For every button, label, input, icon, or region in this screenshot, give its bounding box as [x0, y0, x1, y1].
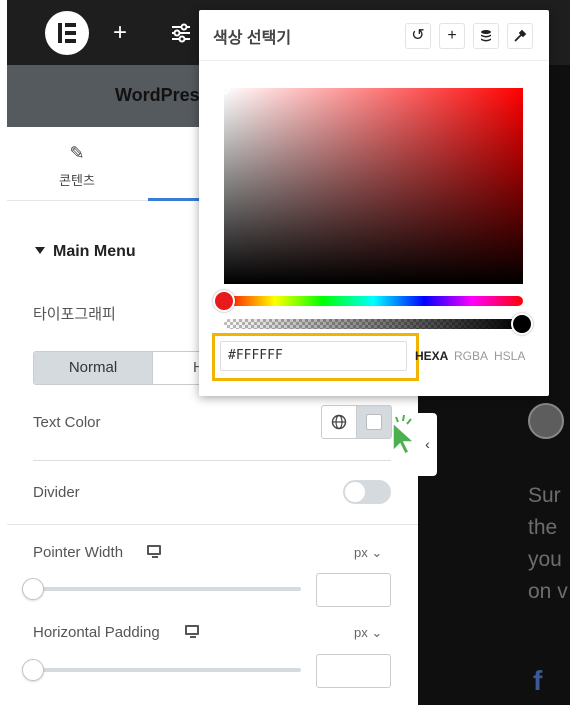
pointer-width-label: Pointer Width — [33, 544, 124, 561]
section-title: Main Menu — [53, 243, 136, 260]
globe-icon[interactable] — [321, 405, 357, 439]
section-separator — [7, 524, 418, 525]
sliders-icon[interactable] — [168, 20, 194, 46]
color-picker-popup: 색상 선택기 ↺ + #FFFFFF HEXA RGBA HSLA — [199, 10, 549, 396]
divider-toggle[interactable] — [343, 480, 391, 504]
pointer-width-unit[interactable]: px ⌄ — [354, 545, 382, 561]
preview-text: Sur the you on v — [528, 484, 568, 603]
horizontal-padding-slider[interactable] — [33, 668, 301, 672]
chevron-left-icon: ‹ — [425, 436, 430, 452]
collapse-panel-button[interactable]: ‹ — [418, 413, 437, 476]
mouse-cursor-icon — [392, 414, 416, 455]
typography-label[interactable]: 타이포그래피 — [33, 303, 116, 324]
text-color-label: Text Color — [33, 414, 101, 431]
horizontal-padding-input[interactable] — [316, 654, 391, 688]
saturation-area[interactable] — [224, 88, 523, 284]
avatar — [528, 403, 564, 439]
horizontal-padding-slider-handle[interactable] — [22, 659, 44, 681]
horizontal-padding-label: Horizontal Padding — [33, 624, 160, 641]
hue-slider-handle[interactable] — [213, 290, 235, 312]
pencil-icon: ✎ — [69, 143, 85, 163]
pointer-width-slider-handle[interactable] — [22, 578, 44, 600]
plus-icon[interactable]: + — [107, 20, 133, 46]
divider — [33, 460, 391, 461]
reset-icon[interactable]: ↺ — [405, 23, 431, 49]
tab-normal[interactable]: Normal — [34, 352, 152, 384]
elementor-logo[interactable] — [45, 11, 89, 55]
mode-rgba[interactable]: RGBA — [454, 349, 488, 363]
color-swatch — [366, 414, 382, 430]
alpha-slider-handle[interactable] — [511, 313, 533, 335]
caret-down-icon — [35, 247, 45, 254]
add-icon[interactable]: + — [439, 23, 465, 49]
color-swatch-button[interactable] — [356, 405, 392, 439]
eyedropper-icon[interactable] — [507, 23, 533, 49]
monitor-icon[interactable] — [185, 625, 199, 638]
tab-content-label: 콘텐츠 — [59, 173, 95, 188]
monitor-icon[interactable] — [147, 545, 161, 558]
tab-content[interactable]: ✎ 콘텐츠 — [55, 143, 99, 189]
pointer-width-slider[interactable] — [33, 587, 301, 591]
horizontal-padding-unit[interactable]: px ⌄ — [354, 625, 382, 641]
panel-title: WordPres — [115, 85, 200, 105]
alpha-slider[interactable] — [224, 319, 523, 329]
toggle-knob — [345, 482, 365, 502]
picker-header-divider — [199, 60, 549, 61]
pointer-width-input[interactable] — [316, 573, 391, 607]
hue-slider[interactable] — [224, 296, 523, 306]
stack-icon[interactable] — [473, 23, 499, 49]
hex-input[interactable]: #FFFFFF — [220, 341, 407, 371]
mode-hsla[interactable]: HSLA — [494, 349, 525, 363]
mode-hexa[interactable]: HEXA — [415, 349, 448, 363]
facebook-icon[interactable]: f — [533, 665, 542, 697]
section-main-menu[interactable]: Main Menu — [35, 243, 136, 261]
divider-label: Divider — [33, 484, 80, 501]
saturation-handle[interactable] — [221, 85, 230, 94]
color-picker-title: 색상 선택기 — [213, 30, 292, 47]
